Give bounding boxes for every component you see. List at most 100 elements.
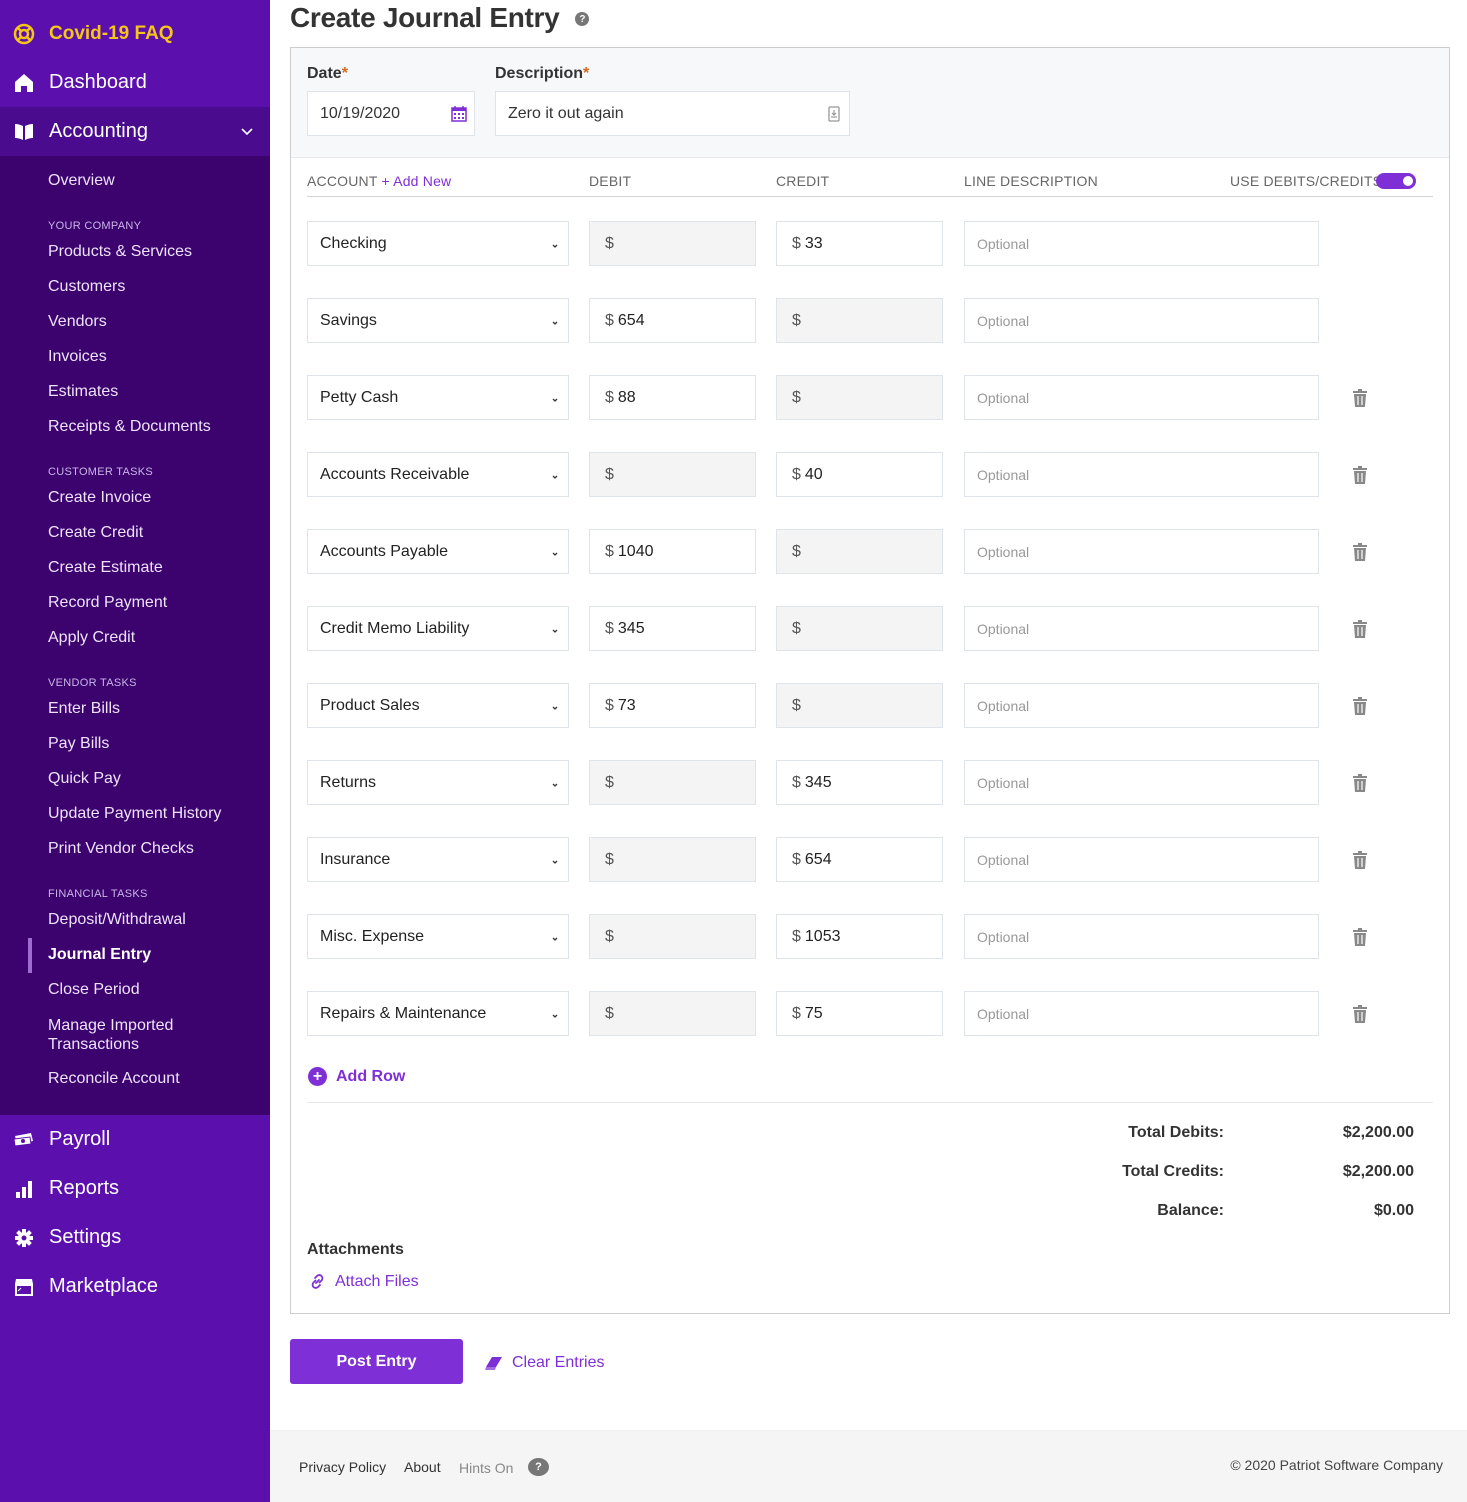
help-icon[interactable]: ?	[575, 12, 590, 26]
trash-icon[interactable]	[1352, 388, 1368, 408]
post-entry-button[interactable]: Post Entry	[290, 1339, 463, 1384]
line-description-input[interactable]: Optional	[964, 914, 1319, 959]
trash-icon[interactable]	[1352, 927, 1368, 947]
sidebar-item-pay-bills[interactable]: Pay Bills	[0, 731, 270, 766]
sidebar-item-create-estimate[interactable]: Create Estimate	[0, 555, 270, 590]
line-description-input[interactable]: Optional	[964, 683, 1319, 728]
trash-icon[interactable]	[1352, 619, 1368, 639]
sidebar-item-receipts-documents[interactable]: Receipts & Documents	[0, 414, 270, 449]
sidebar-item-invoices[interactable]: Invoices	[0, 344, 270, 379]
sidebar-item-update-payment-history[interactable]: Update Payment History	[0, 801, 270, 836]
credit-input[interactable]: $33	[776, 221, 943, 266]
debit-input[interactable]: $	[589, 221, 756, 266]
sidebar-item-vendors[interactable]: Vendors	[0, 309, 270, 344]
sidebar-item-marketplace[interactable]: Marketplace	[0, 1262, 270, 1311]
credit-input[interactable]: $	[776, 375, 943, 420]
account-select[interactable]: Accounts Payable	[307, 529, 569, 574]
credit-input[interactable]: $40	[776, 452, 943, 497]
sidebar-item-reports[interactable]: Reports	[0, 1164, 270, 1213]
trash-icon[interactable]	[1352, 465, 1368, 485]
debit-input[interactable]: $654	[589, 298, 756, 343]
sidebar-item-estimates[interactable]: Estimates	[0, 379, 270, 414]
account-select[interactable]: Credit Memo Liability	[307, 606, 569, 651]
account-select[interactable]: Misc. Expense	[307, 914, 569, 959]
line-description-input[interactable]: Optional	[964, 375, 1319, 420]
debit-input[interactable]: $	[589, 914, 756, 959]
credit-input[interactable]: $654	[776, 837, 943, 882]
credit-input[interactable]: $	[776, 683, 943, 728]
trash-icon[interactable]	[1352, 773, 1368, 793]
trash-icon[interactable]	[1352, 1004, 1368, 1024]
sidebar-item-settings[interactable]: Settings	[0, 1213, 270, 1262]
debit-input[interactable]: $73	[589, 683, 756, 728]
sidebar-item-create-credit[interactable]: Create Credit	[0, 520, 270, 555]
attach-files-link[interactable]: Attach Files	[308, 1272, 419, 1291]
debit-input[interactable]: $	[589, 760, 756, 805]
line-description-input[interactable]: Optional	[964, 452, 1319, 497]
sidebar-item-customers[interactable]: Customers	[0, 274, 270, 309]
add-row-button[interactable]: + Add Row	[308, 1067, 405, 1086]
line-description-input[interactable]: Optional	[964, 760, 1319, 805]
use-debits-credits-toggle[interactable]	[1376, 173, 1416, 189]
account-select[interactable]: Insurance	[307, 837, 569, 882]
account-select[interactable]: Product Sales	[307, 683, 569, 728]
debit-input[interactable]: $1040	[589, 529, 756, 574]
sidebar-item-products-services[interactable]: Products & Services	[0, 239, 270, 274]
date-field[interactable]: 10/19/2020	[307, 91, 475, 136]
hints-toggle[interactable]: Hints On	[459, 1460, 513, 1476]
account-select[interactable]: Checking	[307, 221, 569, 266]
sidebar-item-manage-imported-transactions[interactable]: Manage Imported Transactions	[0, 1012, 200, 1066]
account-select[interactable]: Repairs & Maintenance	[307, 991, 569, 1036]
account-select[interactable]: Savings	[307, 298, 569, 343]
sidebar-item-apply-credit[interactable]: Apply Credit	[0, 625, 270, 660]
sidebar-item-close-period[interactable]: Close Period	[0, 977, 270, 1012]
sidebar-item-quick-pay[interactable]: Quick Pay	[0, 766, 270, 801]
sidebar-item-accounting[interactable]: Accounting	[0, 107, 270, 156]
debit-input[interactable]: $88	[589, 375, 756, 420]
sidebar-item-print-vendor-checks[interactable]: Print Vendor Checks	[0, 836, 270, 871]
trash-icon[interactable]	[1352, 696, 1368, 716]
trash-icon[interactable]	[1352, 542, 1368, 562]
sidebar-item-create-invoice[interactable]: Create Invoice	[0, 485, 270, 520]
account-select[interactable]: Returns	[307, 760, 569, 805]
sidebar-item-label: Dashboard	[49, 71, 147, 93]
sidebar-item-covid-faq[interactable]: Covid-19 FAQ	[0, 0, 270, 58]
add-new-account-link[interactable]: + Add New	[381, 173, 451, 189]
sidebar-item-overview[interactable]: Overview	[0, 168, 270, 203]
line-description-input[interactable]: Optional	[964, 529, 1319, 574]
credit-input[interactable]: $	[776, 298, 943, 343]
debit-input[interactable]: $345	[589, 606, 756, 651]
debit-input[interactable]: $	[589, 837, 756, 882]
about-link[interactable]: About	[404, 1459, 441, 1475]
line-description-input[interactable]: Optional	[964, 221, 1319, 266]
line-description-input[interactable]: Optional	[964, 837, 1319, 882]
credit-input[interactable]: $75	[776, 991, 943, 1036]
sidebar-item-enter-bills[interactable]: Enter Bills	[0, 696, 270, 731]
sidebar-item-deposit-withdrawal[interactable]: Deposit/Withdrawal	[0, 907, 270, 942]
sidebar-item-journal-entry[interactable]: Journal Entry	[0, 938, 270, 977]
account-select[interactable]: Petty Cash	[307, 375, 569, 420]
sidebar-item-payroll[interactable]: Payroll	[0, 1115, 270, 1164]
trash-icon[interactable]	[1352, 850, 1368, 870]
journal-entry-card: Date* 10/19/2020 Description* Zero it ou…	[290, 47, 1450, 1314]
line-description-input[interactable]: Optional	[964, 991, 1319, 1036]
line-description-input[interactable]: Optional	[964, 606, 1319, 651]
credit-input[interactable]: $	[776, 606, 943, 651]
privacy-policy-link[interactable]: Privacy Policy	[299, 1459, 386, 1475]
calendar-icon[interactable]	[450, 105, 468, 123]
debit-input[interactable]: $	[589, 991, 756, 1036]
sidebar-item-dashboard[interactable]: Dashboard	[0, 58, 270, 107]
hints-help-icon[interactable]: ?	[528, 1458, 549, 1476]
sidebar-item-reconcile-account[interactable]: Reconcile Account	[0, 1066, 270, 1101]
description-field[interactable]: Zero it out again	[495, 91, 850, 136]
line-description-input[interactable]: Optional	[964, 298, 1319, 343]
debit-input[interactable]: $	[589, 452, 756, 497]
credit-input[interactable]: $345	[776, 760, 943, 805]
credit-input[interactable]: $1053	[776, 914, 943, 959]
credit-value: 654	[804, 850, 832, 868]
sidebar-bottom-nav: Payroll Reports Settings Marketplace	[0, 1115, 270, 1311]
clear-entries-link[interactable]: Clear Entries	[484, 1354, 604, 1372]
credit-input[interactable]: $	[776, 529, 943, 574]
account-select[interactable]: Accounts Receivable	[307, 452, 569, 497]
sidebar-item-record-payment[interactable]: Record Payment	[0, 590, 270, 625]
